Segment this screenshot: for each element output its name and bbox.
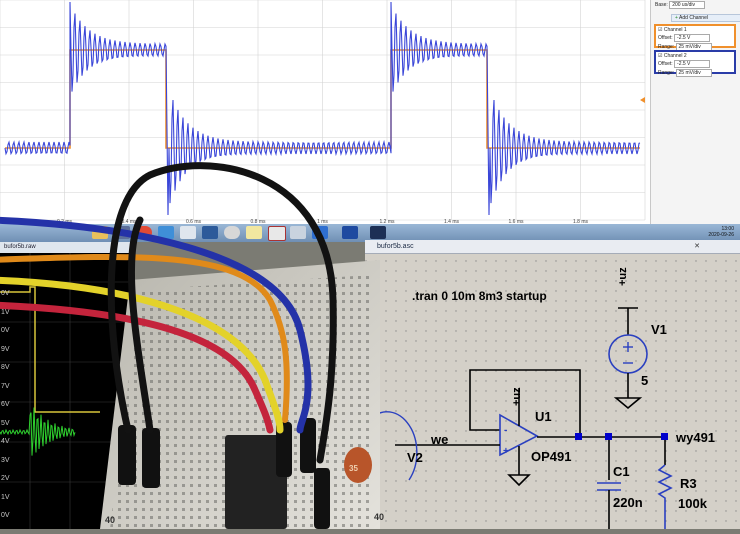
cables-overlay bbox=[0, 162, 337, 464]
